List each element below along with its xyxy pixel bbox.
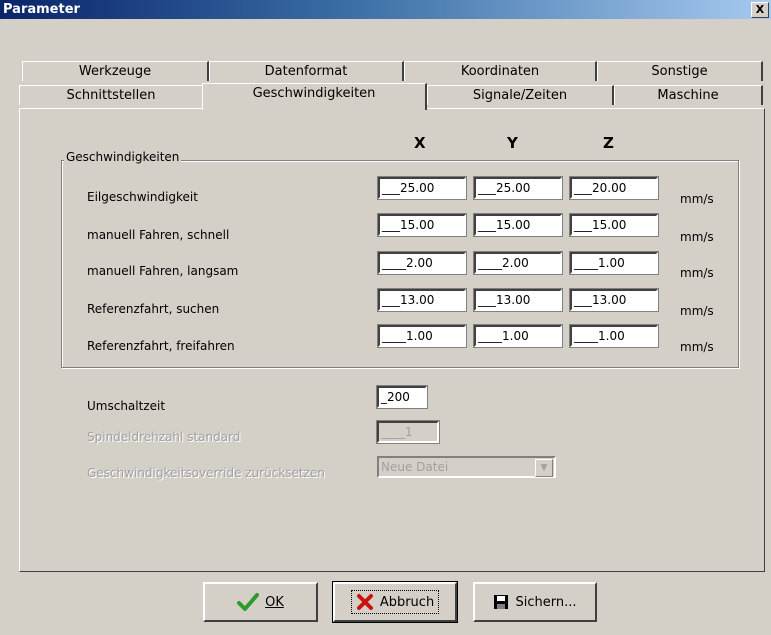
- tab-label: Werkzeuge: [78, 64, 152, 79]
- spindeldrehzahl-field[interactable]: ____1: [376, 420, 440, 444]
- title-bar: Parameter X: [0, 0, 771, 19]
- freifahren-z-field[interactable]: ____1.00: [569, 324, 659, 348]
- override-select[interactable]: Neue Datei ▼: [377, 456, 556, 478]
- column-header-z: Z: [603, 134, 614, 152]
- suchen-x-field[interactable]: ___13.00: [377, 288, 467, 312]
- tab-label: Geschwindigkeiten: [252, 86, 376, 101]
- tab-werkzeuge[interactable]: Werkzeuge: [22, 61, 209, 81]
- tab-schnittstellen[interactable]: Schnittstellen: [19, 85, 204, 105]
- row-label-eilgeschwindigkeit: Eilgeschwindigkeit: [87, 190, 198, 204]
- column-header-y: Y: [507, 134, 518, 152]
- unit-label: mm/s: [680, 192, 714, 206]
- save-label: Sichern...: [515, 594, 577, 610]
- unit-label: mm/s: [680, 266, 714, 280]
- row-label-manuell-langsam: manuell Fahren, langsam: [87, 264, 239, 278]
- langsam-x-field[interactable]: ____2.00: [377, 251, 467, 275]
- suchen-z-field[interactable]: ___13.00: [569, 288, 659, 312]
- tab-geschwindigkeiten[interactable]: Geschwindigkeiten: [202, 83, 427, 110]
- cancel-button[interactable]: Abbruch: [332, 581, 458, 623]
- column-header-x: X: [414, 134, 426, 152]
- ok-button[interactable]: OK: [203, 582, 318, 622]
- tab-signale-zeiten[interactable]: Signale/Zeiten: [427, 85, 614, 105]
- spindeldrehzahl-label: Spindeldrehzahl standard: [87, 430, 241, 444]
- cross-icon: [356, 594, 373, 610]
- groupbox-title: Geschwindigkeiten: [64, 150, 182, 164]
- row-label-referenz-freifahren: Referenzfahrt, freifahren: [87, 339, 235, 353]
- save-button[interactable]: Sichern...: [473, 582, 597, 622]
- tab-label: Schnittstellen: [66, 88, 156, 103]
- umschaltzeit-field[interactable]: _200: [376, 385, 428, 409]
- cancel-label: Abbruch: [379, 594, 435, 610]
- umschaltzeit-label: Umschaltzeit: [87, 399, 166, 413]
- schnell-x-field[interactable]: ___15.00: [377, 213, 467, 237]
- tab-sonstige[interactable]: Sonstige: [597, 61, 763, 81]
- schnell-z-field[interactable]: ___15.00: [569, 213, 659, 237]
- row-label-referenz-suchen: Referenzfahrt, suchen: [87, 302, 220, 316]
- ok-label: OK: [265, 594, 284, 610]
- tab-label: Datenformat: [264, 64, 348, 79]
- chevron-down-icon[interactable]: ▼: [535, 459, 553, 477]
- window-title: Parameter: [3, 2, 80, 17]
- langsam-z-field[interactable]: ____1.00: [569, 251, 659, 275]
- tab-datenformat[interactable]: Datenformat: [209, 61, 404, 81]
- eil-z-field[interactable]: ___20.00: [569, 176, 659, 200]
- unit-label: mm/s: [680, 340, 714, 354]
- tab-maschine[interactable]: Maschine: [614, 85, 763, 105]
- langsam-y-field[interactable]: ____2.00: [473, 251, 563, 275]
- eil-x-field[interactable]: ___25.00: [377, 176, 467, 200]
- freifahren-x-field[interactable]: ____1.00: [377, 324, 467, 348]
- tab-label: Koordinaten: [460, 64, 540, 79]
- suchen-y-field[interactable]: ___13.00: [473, 288, 563, 312]
- override-value: Neue Datei: [381, 460, 449, 474]
- override-label: Geschwindigkeitsoverride zurücksetzen: [87, 466, 325, 480]
- tab-label: Maschine: [657, 88, 719, 103]
- unit-label: mm/s: [680, 230, 714, 244]
- tab-koordinaten[interactable]: Koordinaten: [404, 61, 597, 81]
- row-label-manuell-schnell: manuell Fahren, schnell: [87, 228, 230, 242]
- floppy-disk-icon: [494, 595, 509, 609]
- freifahren-y-field[interactable]: ____1.00: [473, 324, 563, 348]
- schnell-y-field[interactable]: ___15.00: [473, 213, 563, 237]
- eil-y-field[interactable]: ___25.00: [473, 176, 563, 200]
- unit-label: mm/s: [680, 304, 714, 318]
- checkmark-icon: [237, 593, 260, 611]
- close-button[interactable]: X: [751, 2, 769, 18]
- tab-label: Sonstige: [651, 64, 708, 79]
- tab-label: Signale/Zeiten: [472, 88, 568, 103]
